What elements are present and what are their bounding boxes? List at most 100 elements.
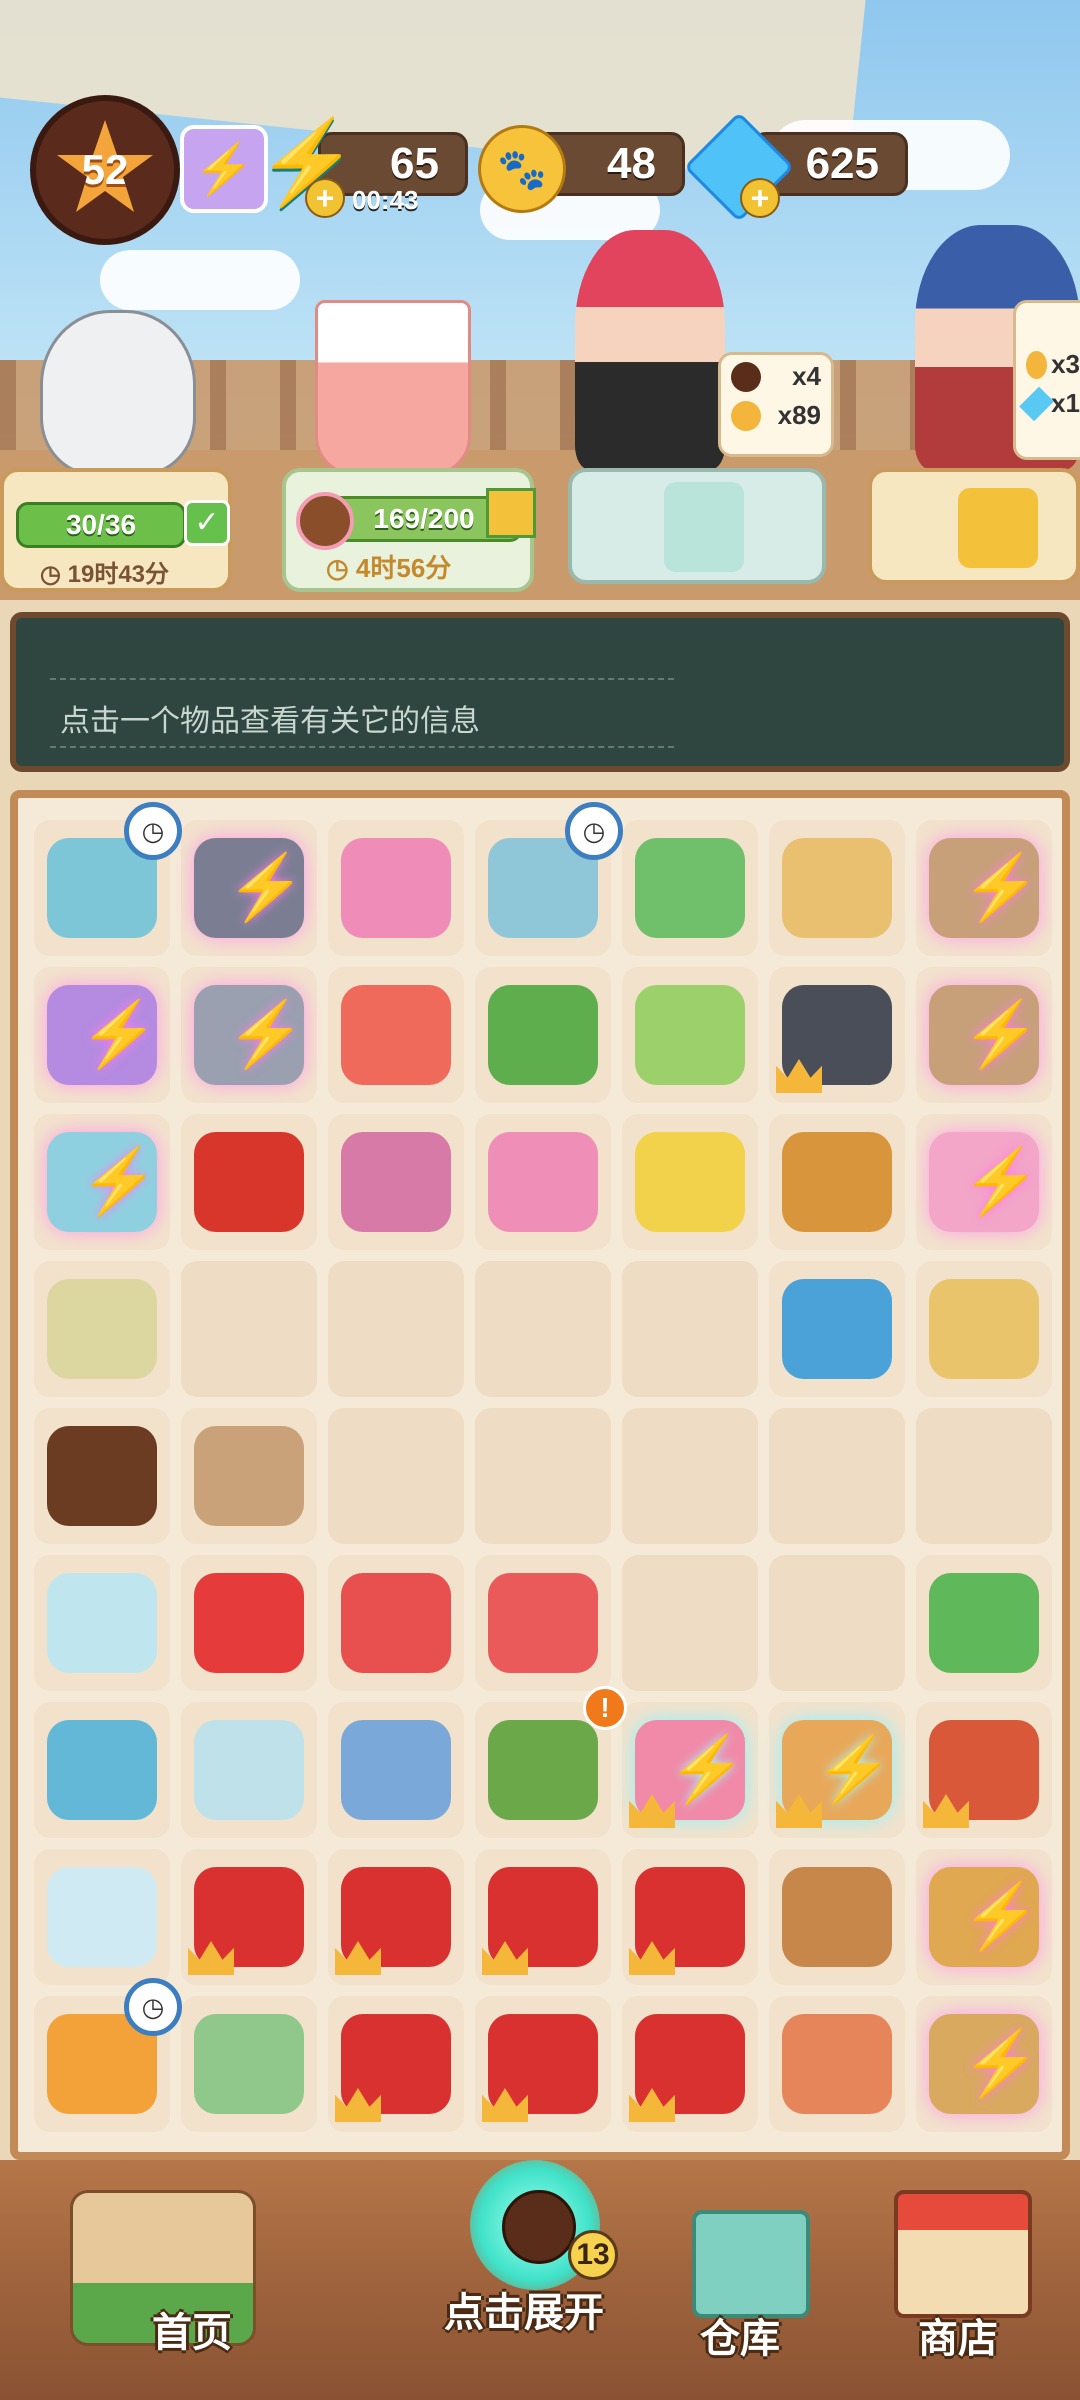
pink-mop-icon[interactable] [488,1132,598,1232]
board-cell[interactable]: ⚡ [34,1114,170,1250]
board-cell[interactable]: ⚡ [34,967,170,1103]
board-cell[interactable] [622,1555,758,1691]
board-cell[interactable] [181,1261,317,1397]
board-cell[interactable] [916,1555,1052,1691]
board-cell[interactable] [622,1408,758,1544]
paint-can-icon[interactable] [635,985,745,1085]
board-cell[interactable] [328,1261,464,1397]
basket-icon[interactable]: ⚡ [929,1867,1041,1967]
board-cell[interactable] [769,820,905,956]
board-cell[interactable] [181,1849,317,1985]
board-cell[interactable] [769,1555,905,1691]
board-cell[interactable]: ⚡ [181,820,317,956]
board-cell[interactable] [181,1408,317,1544]
expand-button[interactable]: 13 点击展开 [420,2160,660,2400]
board-cell[interactable]: ⚡ [181,967,317,1103]
bonsai-tree-icon[interactable] [488,1720,598,1820]
board-cell[interactable]: ◷ [475,802,623,956]
add-gems-button[interactable]: + [740,178,780,218]
small-rose-plant-icon[interactable] [194,2014,304,2114]
board-cell[interactable] [769,1408,905,1544]
green-herbs-icon[interactable] [488,985,598,1085]
board-cell[interactable] [34,1702,170,1838]
board-cell[interactable]: ! [475,1686,627,1838]
board-cell[interactable] [328,1114,464,1250]
rope-icon[interactable] [782,1867,892,1967]
order-card[interactable] [568,468,826,584]
wash-tub-icon[interactable]: ⚡ [47,1132,159,1232]
order-card[interactable]: 30/36 ✓ ◷ 19时43分 [0,468,232,592]
board-cell[interactable] [181,1555,317,1691]
board-cell[interactable] [181,1996,317,2132]
board-cell[interactable] [328,1555,464,1691]
vending-machine-icon[interactable]: ⚡ [47,985,159,1085]
bbq-grill-icon[interactable]: ⚡ [194,838,306,938]
board-cell[interactable] [622,1996,758,2132]
board-cell[interactable] [622,1114,758,1250]
board-cell[interactable]: ⚡ [916,967,1052,1103]
rose-pot-icon[interactable] [482,2014,598,2122]
board-cell[interactable] [622,967,758,1103]
glass-box-icon[interactable] [47,1867,157,1967]
board-cell[interactable] [328,1849,464,1985]
board-cell[interactable]: ⚡ [916,1996,1052,2132]
board-cell[interactable] [475,1849,611,1985]
desk-calendar-icon[interactable] [923,1720,1039,1828]
board-cell[interactable] [769,1114,905,1250]
board-cell[interactable] [916,1408,1052,1544]
board-cell[interactable]: ◷ [34,1978,182,2132]
board-cell[interactable]: ⚡ [769,1702,905,1838]
board-cell[interactable] [328,1996,464,2132]
candy-jar-icon[interactable]: ⚡ [629,1720,747,1828]
board-cell[interactable] [34,1261,170,1397]
board-cell[interactable] [328,1408,464,1544]
board-cell[interactable] [34,1555,170,1691]
board-cell[interactable] [622,1849,758,1985]
broken-glass-icon[interactable] [47,1573,157,1673]
cookies-icon[interactable] [782,1132,892,1232]
rose-pot-icon[interactable] [629,2014,745,2122]
scraper-icon[interactable] [341,1132,451,1232]
board-cell[interactable] [475,967,611,1103]
order-card[interactable] [868,468,1080,584]
board-cell[interactable] [475,1408,611,1544]
red-drink-icon[interactable] [341,985,451,1085]
rose-petals-heart-icon[interactable] [194,1573,304,1673]
bread-basket-icon[interactable]: ⚡ [929,2014,1041,2114]
board-cell[interactable] [475,1114,611,1250]
board-cell[interactable] [916,1702,1052,1838]
home-button[interactable]: 首页 [30,2180,330,2400]
sponge-icon[interactable] [635,1132,745,1232]
board-cell[interactable] [475,1261,611,1397]
spray-bottle-icon[interactable] [929,1573,1039,1673]
rose-pot-icon[interactable] [482,1867,598,1975]
sewing-box-icon[interactable]: ⚡ [776,1720,894,1828]
shop-button[interactable]: 商店 [880,2170,1070,2400]
player-level-badge[interactable]: 52 [30,95,180,245]
character-red-hair[interactable] [575,230,725,470]
bbq-grill-large-icon[interactable]: ⚡ [194,985,306,1085]
board-cell[interactable]: ⚡ [916,820,1052,956]
rose-pot-icon[interactable] [335,2014,451,2122]
paint-cans-stack-icon[interactable] [47,1279,157,1379]
character-request-bubble[interactable]: x4 x89 [718,352,834,457]
paper-scraps-icon[interactable] [929,1279,1039,1379]
makeup-palette-icon[interactable] [341,1720,451,1820]
glass-panes-icon[interactable] [194,1720,304,1820]
board-cell[interactable] [328,820,464,956]
board-cell[interactable] [34,1849,170,1985]
board-cell[interactable]: ◷ [34,802,182,956]
board-cell[interactable] [34,1408,170,1544]
board-cell[interactable] [769,967,905,1103]
board-cell[interactable] [769,1996,905,2132]
chocolate-icon[interactable] [47,1426,157,1526]
board-cell[interactable] [328,967,464,1103]
owl-mascot[interactable] [40,310,196,476]
board-cell[interactable] [622,820,758,956]
board-cell[interactable] [181,1114,317,1250]
board-cell[interactable] [916,1261,1052,1397]
rose-pot-icon[interactable] [629,1867,745,1975]
soda-can-icon[interactable] [194,1132,304,1232]
rose-petals-small-icon[interactable] [488,1573,598,1673]
rose-pot-icon[interactable] [335,1867,451,1975]
